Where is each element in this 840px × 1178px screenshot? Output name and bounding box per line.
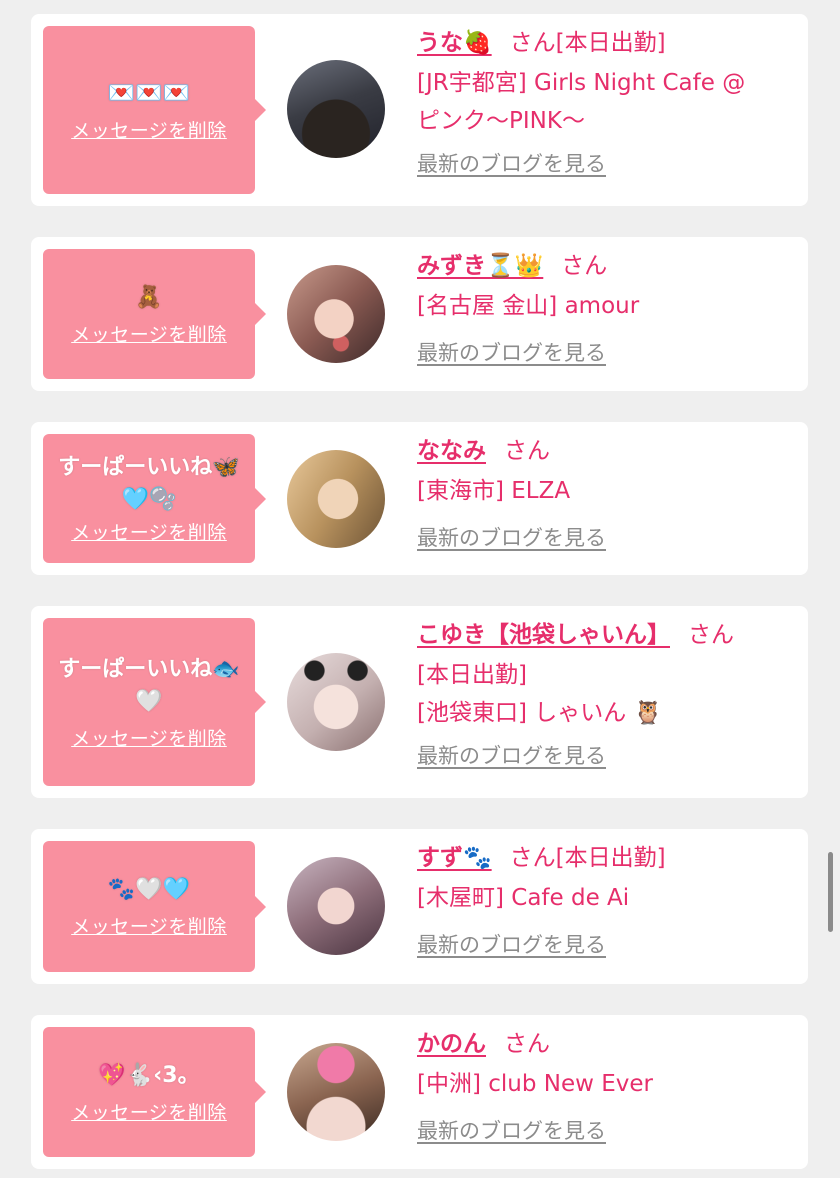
delete-message-link[interactable]: メッセージを削除 <box>71 1098 227 1125</box>
avatar[interactable] <box>287 60 385 158</box>
status-text: [本日出勤] <box>555 30 666 56</box>
message-text: 💌💌💌 <box>107 80 191 106</box>
cast-name-link[interactable]: みずき⏳👑 <box>417 253 543 279</box>
honorific: さん <box>509 30 556 56</box>
avatar[interactable] <box>287 653 385 751</box>
delete-message-link[interactable]: メッセージを削除 <box>71 724 227 751</box>
cast-name-link[interactable]: かのん <box>417 1031 486 1057</box>
message-bubble: 💌💌💌 メッセージを削除 <box>43 26 255 194</box>
avatar[interactable] <box>287 1043 385 1141</box>
honorific: さん <box>688 622 734 648</box>
honorific: さん <box>504 1031 550 1057</box>
shop-line: [名古屋 金山] amour <box>417 293 640 319</box>
honorific: さん <box>509 845 556 871</box>
delete-message-link[interactable]: メッセージを削除 <box>71 116 227 143</box>
delete-message-link[interactable]: メッセージを削除 <box>71 320 227 347</box>
message-card: すーぱーいいね🐟🤍 メッセージを削除 こゆき【池袋しゃいん】 さん [本日出勤] … <box>31 606 808 798</box>
message-bubble: すーぱーいいね🐟🤍 メッセージを削除 <box>43 618 255 786</box>
message-text: 💖🐇‹3。 <box>98 1062 200 1088</box>
message-card: 🧸 メッセージを削除 みずき⏳👑 さん [名古屋 金山] amour 最新のブログ… <box>31 237 808 391</box>
latest-blog-link[interactable]: 最新のブログを見る <box>417 522 606 552</box>
cast-name-link[interactable]: すず🐾 <box>417 845 492 871</box>
cast-name-link[interactable]: こゆき【池袋しゃいん】 <box>417 622 670 648</box>
honorific: さん <box>504 438 550 464</box>
message-bubble: すーぱーいいね🦋🩵🫧 メッセージを削除 <box>43 434 255 563</box>
shop-line: [池袋東口] しゃいん 🦉 <box>417 700 663 726</box>
shop-line: [中洲] club New Ever <box>417 1071 654 1097</box>
message-text: すーぱーいいね🦋🩵🫧 <box>58 455 240 512</box>
avatar[interactable] <box>287 857 385 955</box>
latest-blog-link[interactable]: 最新のブログを見る <box>417 337 606 367</box>
scrollbar[interactable] <box>828 852 833 932</box>
cast-name-link[interactable]: ななみ <box>417 438 486 464</box>
message-bubble: 🧸 メッセージを削除 <box>43 249 255 379</box>
message-text: 🧸 <box>135 284 163 310</box>
status-text: [本日出勤] <box>555 845 666 871</box>
message-text: すーぱーいいね🐟🤍 <box>58 656 240 714</box>
message-card: 💖🐇‹3。 メッセージを削除 かのん さん [中洲] club New Ever … <box>31 1015 808 1169</box>
message-card: 💌💌💌 メッセージを削除 うな🍓 さん[本日出勤] [JR宇都宮] Girls N… <box>31 14 808 206</box>
message-card: すーぱーいいね🦋🩵🫧 メッセージを削除 ななみ さん [東海市] ELZA 最新の… <box>31 422 808 575</box>
shop-line: ピンク〜PINK〜 <box>417 108 585 134</box>
honorific: さん <box>561 253 608 279</box>
avatar[interactable] <box>287 450 385 548</box>
shop-line: [東海市] ELZA <box>417 478 571 504</box>
shop-line: [JR宇都宮] Girls Night Cafe @ <box>417 70 746 96</box>
message-card: 🐾🤍🩵 メッセージを削除 すず🐾 さん[本日出勤] [木屋町] Cafe de A… <box>31 829 808 984</box>
delete-message-link[interactable]: メッセージを削除 <box>71 912 227 939</box>
message-bubble: 💖🐇‹3。 メッセージを削除 <box>43 1027 255 1157</box>
latest-blog-link[interactable]: 最新のブログを見る <box>417 740 606 770</box>
delete-message-link[interactable]: メッセージを削除 <box>71 518 227 545</box>
shop-line: [木屋町] Cafe de Ai <box>417 885 630 911</box>
latest-blog-link[interactable]: 最新のブログを見る <box>417 148 606 178</box>
cast-name-link[interactable]: うな🍓 <box>417 30 492 56</box>
message-text: 🐾🤍🩵 <box>107 877 191 902</box>
shop-line: [本日出勤] <box>417 662 527 688</box>
latest-blog-link[interactable]: 最新のブログを見る <box>417 1115 606 1145</box>
message-bubble: 🐾🤍🩵 メッセージを削除 <box>43 841 255 972</box>
avatar[interactable] <box>287 265 385 363</box>
latest-blog-link[interactable]: 最新のブログを見る <box>417 929 606 959</box>
